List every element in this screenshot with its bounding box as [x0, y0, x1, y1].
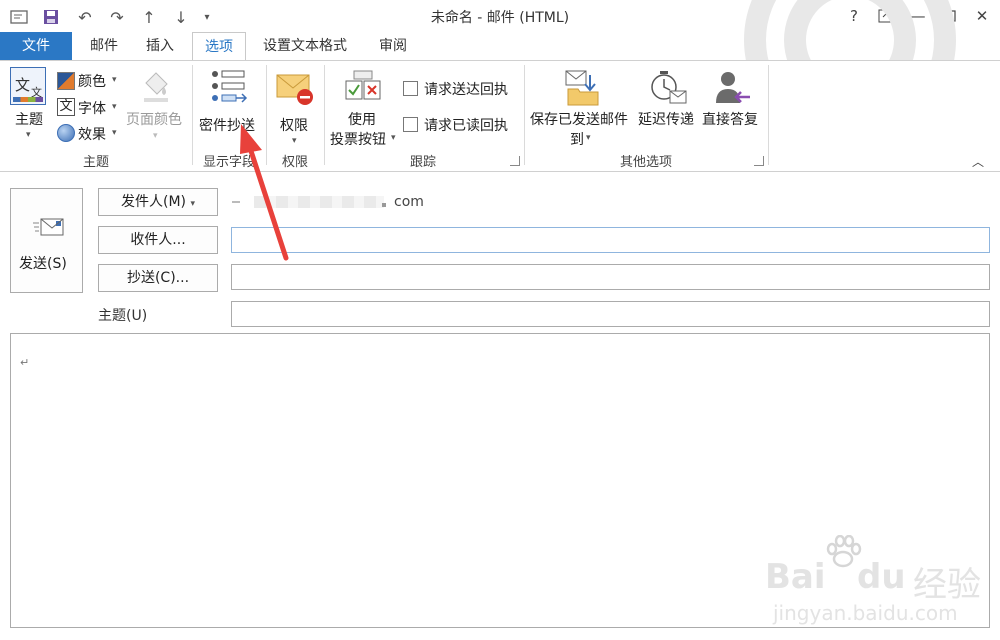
- chevron-down-icon: ▾: [292, 136, 297, 146]
- to-input[interactable]: [231, 227, 990, 253]
- save-icon[interactable]: [40, 6, 62, 28]
- cc-input[interactable]: [231, 264, 990, 290]
- to-button[interactable]: 收件人...: [98, 226, 218, 254]
- group-divider: [192, 65, 193, 165]
- chevron-down-icon: ▾: [153, 131, 158, 141]
- group-label-themes: 主题: [82, 155, 109, 170]
- chevron-down-icon: ▾: [586, 133, 591, 143]
- chevron-down-icon: ▾: [112, 102, 117, 112]
- ribbon-tab-bar: 文件 邮件 插入 选项 设置文本格式 审阅: [0, 32, 1000, 61]
- permission-label: 权限: [280, 118, 308, 134]
- themes-icon: 文 文: [10, 67, 46, 105]
- fonts-label: 字体: [78, 101, 106, 117]
- undo-icon[interactable]: ↶: [74, 6, 96, 28]
- read-receipt-label: 请求已读回执: [424, 118, 508, 134]
- themes-button[interactable]: 文 文: [10, 67, 48, 107]
- direct-replies-button[interactable]: 直接答复: [700, 67, 764, 147]
- chevron-down-icon: ▾: [112, 128, 117, 138]
- subject-input[interactable]: [231, 301, 990, 327]
- chevron-down-icon: ▾: [190, 199, 195, 209]
- tab-review[interactable]: 审阅: [366, 32, 420, 60]
- page-color-button[interactable]: 页面颜色 ▾: [126, 67, 186, 147]
- tab-mail[interactable]: 邮件: [78, 32, 130, 60]
- outlook-message-icon[interactable]: [8, 6, 30, 28]
- send-button[interactable]: 发送(S): [10, 188, 83, 293]
- colors-icon: [57, 72, 75, 90]
- maximize-icon[interactable]: [936, 4, 964, 28]
- checkbox-icon: [403, 117, 418, 132]
- effects-label: 效果: [78, 127, 106, 143]
- cc-button[interactable]: 抄送(C)...: [98, 264, 218, 292]
- chevron-down-icon: ▾: [391, 133, 396, 143]
- group-divider: [768, 65, 769, 165]
- redo-icon[interactable]: ↷: [106, 6, 128, 28]
- tab-file[interactable]: 文件: [0, 32, 72, 60]
- message-body[interactable]: ↵: [10, 333, 990, 628]
- fonts-icon: 文: [57, 98, 75, 116]
- up-arrow-icon[interactable]: ↑: [138, 6, 160, 28]
- send-envelope-icon: [33, 218, 64, 236]
- paint-bucket-icon: [144, 72, 168, 102]
- more-options-dialog-launcher-icon[interactable]: [754, 156, 764, 166]
- delay-clock-icon: [651, 71, 687, 104]
- delay-delivery-button[interactable]: 延迟传递: [636, 67, 700, 147]
- colors-label: 颜色: [78, 74, 106, 90]
- down-arrow-icon[interactable]: ↓: [170, 6, 192, 28]
- subject-label: 主题(U): [98, 308, 148, 324]
- colors-button[interactable]: 颜色 ▾: [56, 71, 126, 91]
- tab-insert[interactable]: 插入: [134, 32, 186, 60]
- tracking-dialog-launcher-icon[interactable]: [510, 156, 520, 166]
- save-sent-folder-icon: [565, 70, 599, 106]
- group-label-more-options: 其他选项: [619, 155, 672, 170]
- group-divider: [324, 65, 325, 165]
- themes-label: 主题: [15, 112, 43, 128]
- delivery-receipt-label: 请求送达回执: [424, 82, 508, 98]
- paragraph-mark: ↵: [20, 356, 30, 369]
- title-bar: ↶ ↷ ↑ ↓ ▾ 未命名 - 邮件 (HTML) ? — ✕: [0, 0, 1000, 32]
- effects-button[interactable]: 效果 ▾: [56, 124, 126, 144]
- group-label-show-fields: 显示字段: [202, 155, 255, 170]
- read-receipt-checkbox[interactable]: 请求已读回执: [403, 115, 517, 135]
- tab-options[interactable]: 选项: [192, 32, 246, 61]
- voting-icon: [345, 70, 381, 100]
- permission-button[interactable]: 权限 ▾: [270, 67, 320, 147]
- voting-label-line2: 投票按钮: [330, 132, 386, 148]
- bcc-icon: [212, 70, 248, 103]
- save-sent-label-line2: 到: [570, 132, 584, 148]
- from-button[interactable]: 发件人(M) ▾: [98, 188, 218, 216]
- from-address-redacted: [232, 194, 392, 210]
- save-sent-label-line1: 保存已发送邮件: [530, 112, 628, 128]
- checkbox-icon: [403, 81, 418, 96]
- from-address: com: [394, 194, 424, 210]
- customize-quick-access-icon[interactable]: ▾: [196, 6, 218, 28]
- effects-icon: [57, 124, 75, 142]
- save-sent-item-button[interactable]: 保存已发送邮件 到 ▾: [528, 67, 636, 148]
- minimize-icon[interactable]: —: [904, 4, 932, 28]
- bcc-label: 密件抄送: [199, 118, 255, 134]
- fonts-button[interactable]: 文 字体 ▾: [56, 98, 126, 118]
- group-label-permission: 权限: [281, 155, 308, 170]
- tab-format-text[interactable]: 设置文本格式: [250, 32, 360, 60]
- group-label-tracking: 跟踪: [409, 155, 436, 170]
- delivery-receipt-checkbox[interactable]: 请求送达回执: [403, 79, 517, 99]
- from-label: 发件人(M): [121, 194, 187, 210]
- help-button[interactable]: ?: [840, 4, 868, 28]
- group-divider: [266, 65, 267, 165]
- collapse-ribbon-icon[interactable]: ︿: [972, 153, 984, 170]
- group-divider: [524, 65, 525, 165]
- delay-delivery-label: 延迟传递: [638, 112, 694, 128]
- page-color-label: 页面颜色: [126, 112, 182, 128]
- bcc-button[interactable]: 密件抄送: [196, 67, 262, 147]
- chevron-down-icon: ▾: [26, 130, 31, 140]
- voting-buttons-button[interactable]: 使用 投票按钮 ▾: [328, 67, 400, 148]
- direct-replies-label: 直接答复: [702, 112, 758, 128]
- send-label: 发送(S): [19, 256, 67, 272]
- voting-label-line1: 使用: [348, 112, 376, 128]
- close-icon[interactable]: ✕: [968, 4, 996, 28]
- direct-replies-person-icon: [716, 72, 750, 103]
- chevron-down-icon: ▾: [112, 75, 117, 85]
- ribbon-display-options-icon[interactable]: [872, 4, 900, 28]
- ribbon: 文 文 主题 ▾ 颜色 ▾ 文 字体 ▾ 效果 ▾ 页面颜色 ▾ 主题 密件抄送…: [0, 60, 1000, 172]
- restricted-envelope-icon: [276, 74, 313, 105]
